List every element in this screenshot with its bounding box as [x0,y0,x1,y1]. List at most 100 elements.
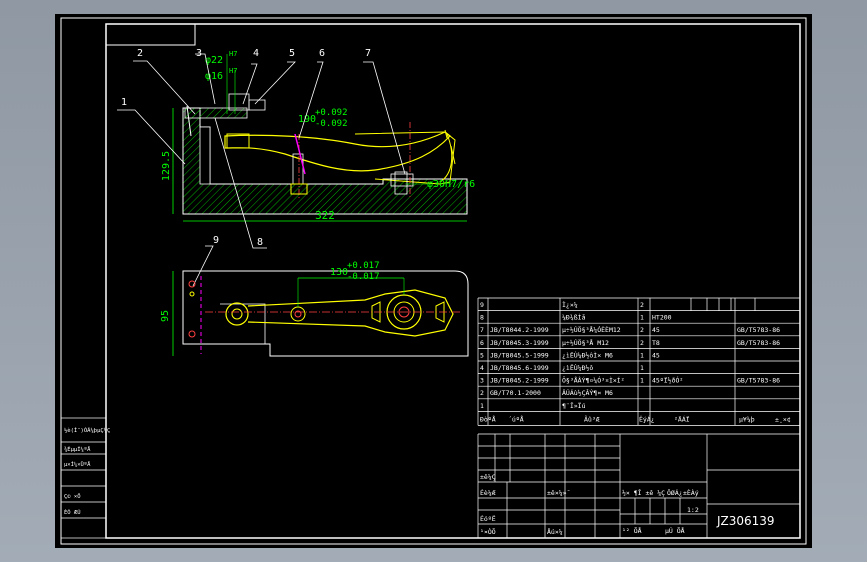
tb-standard: ±ê×¼»¯ [547,489,570,497]
bom-name: ¿ìËÙ¼Ð½ô [562,363,593,372]
bom-mat: 45ºÏ½ðÓ² [652,376,683,385]
ls-old-no: ¾ÉµµÍ¼ºÅ [64,445,91,453]
bom-mat: HT200 [652,314,672,322]
top-dimensions: 130 +0.017 -0.017 95 [160,261,405,356]
dim-length: 322 [315,209,335,222]
callout-7: 7 [365,48,371,59]
bom-std: JB/T8045.6-1999 [490,364,549,372]
bom-no: 2 [480,389,484,397]
dim-190: 190 [298,114,316,125]
bom-qty: 2 [640,326,644,334]
bom-qty: 1 [640,377,644,385]
bom-name: Ö§³ÅÂÝ¶¤¼Ó³¤Ì×Í² [562,376,625,385]
bom-no: 4 [480,364,484,372]
bom-name: ¿ìËÙ¼Ð½ôÌ× M6 [562,350,613,359]
small-end [225,302,249,326]
bom-qty: 1 [640,364,644,372]
workpiece-rod [224,131,451,172]
left-strip [60,417,107,539]
bom-head-qty: ÊýÁ¿ [639,414,655,423]
ls-date: ÈÕ ÆÚ [64,508,81,516]
bom-std: JB/T8044.2-1999 [490,326,549,334]
callout-4: 4 [253,48,259,59]
callout-3: 3 [196,48,202,59]
dim-phi22-fit: H7 [229,50,237,58]
title-block-text: ±ê¼Ç Éè¼Æ ÉóºË ¹¤ÒÕ ±ê×¼»¯ Åú×¼ ½× ¶Î ±ê… [480,473,699,536]
bom-head-name: Ãû³Æ [584,414,600,423]
bom-name: ¼Ð¾ßÌå [562,313,586,322]
bom-qty: 1 [640,314,644,322]
top-code-box [105,23,196,46]
drawing-sheet: 129.5 322 190 +0.092 -0.092 φ22 H7 φ16 H… [55,14,812,548]
dim-phi22: φ22 [205,55,223,66]
callout-2: 2 [137,48,143,59]
inner-frame [105,23,801,539]
tb-check: ÉóºË [480,514,496,523]
bom-std: JB/T8045.2-1999 [490,377,549,385]
bom-note: GB/T5783-86 [737,339,780,347]
ls-borrow: ½è(Í¨)ÓÃ¼þµÇ¼Ç [64,426,110,434]
bom-name: µ÷½ÚÖ§³Å M12 [562,338,609,347]
dim-phi16: φ16 [205,71,223,82]
bom-no: 6 [480,339,484,347]
bom-no: 7 [480,326,484,334]
dim-130: 130 [330,267,348,278]
dim-190-lower: -0.092 [315,119,348,129]
bom-note: GB/T5783-86 [737,326,780,334]
dim-190-upper: +0.092 [315,108,348,118]
tb-scale-value: 1:2 [687,506,699,514]
dim-130-upper: +0.017 [347,261,380,271]
tb-mark: ±ê¼Ç [480,473,496,481]
top-view [182,270,469,357]
callout-6: 6 [319,48,325,59]
bom-qty: 2 [640,301,644,309]
tb-stage: ½× ¶Î ±ê ¼Ç [622,488,665,497]
bom-head-code: ´úºÅ [508,414,524,423]
dim-width: 95 [160,310,171,322]
bom-no: 3 [480,377,484,385]
bom-no: 1 [480,402,484,410]
bom-mat: 45 [652,326,660,334]
bom-name: Ì¿×¼ [562,300,578,309]
bom-note: GB/T5783-86 [737,377,780,385]
tb-approve: Åú×¼ [547,527,563,536]
callout-1: 1 [121,97,127,108]
dim-height: 129.5 [161,151,172,181]
tb-weight: ÖØÁ¿ [667,488,683,497]
tb-sheet-no: µÚ ÕÅ [665,526,685,535]
bom-std: JB/T8045.3-1999 [490,339,549,347]
bom-no: 9 [480,301,484,309]
bom-text: 9 Ì¿×¼ 2 8 ¼Ð¾ßÌå 1 HT200 7 JB/T8044.2-1999 µ÷½ÚÖ… [480,300,791,423]
bom-name: ¶¨Î»Ïú [562,401,586,410]
callout-9: 9 [213,235,219,246]
tb-design: Éè¼Æ [480,488,496,497]
ls-base-no: µ×Í¼×ÜºÅ [64,460,91,468]
bom-qty: 1 [640,351,644,359]
bom-table [477,297,801,426]
bom-std: JB/T8045.5-1999 [490,351,549,359]
bom-mat: 45 [652,351,660,359]
dim-130-lower: -0.017 [347,272,380,282]
bom-no: 5 [480,351,484,359]
bom-name: µ÷½ÚÖ§³Å¼ÓÈÈM12 [562,325,621,334]
bom-qty: 2 [640,339,644,347]
callout-5: 5 [289,48,295,59]
bom-std: GB/T70.1-2000 [490,389,541,397]
dim-phi16-fit: H7 [229,67,237,75]
dim-fit-r6: φ30H7/r6 [427,179,475,190]
ls-sign: Ç© ×Ö [64,493,81,500]
drawing-number: JZ306139 [716,514,775,528]
bom-no: 8 [480,314,484,322]
bom-head-no: ÐòºÅ [480,414,496,423]
bom-head-mat: ²ÄÁÏ [674,414,690,423]
tb-sheets: ¹² ÕÅ [622,526,642,535]
tb-scale: ±ÈÀý [683,488,699,497]
left-strip-text: ½è(Í¨)ÓÃ¼þµÇ¼Ç ¾ÉµµÍ¼ºÅ µ×Í¼×ÜºÅ Ç© ×Ö È… [64,426,110,516]
bom-name: ÄÚÁù½ÇÂÝ¶¤ M6 [562,388,613,397]
cad-drawing: 129.5 322 190 +0.092 -0.092 φ22 H7 φ16 H… [60,17,807,545]
tb-process: ¹¤ÒÕ [480,527,496,536]
bom-mat: T8 [652,339,660,347]
bom-head-weight: µ¥¼þ [739,415,755,423]
bom-head-note: ±¸×¢ [775,415,791,423]
callout-8: 8 [257,237,263,248]
